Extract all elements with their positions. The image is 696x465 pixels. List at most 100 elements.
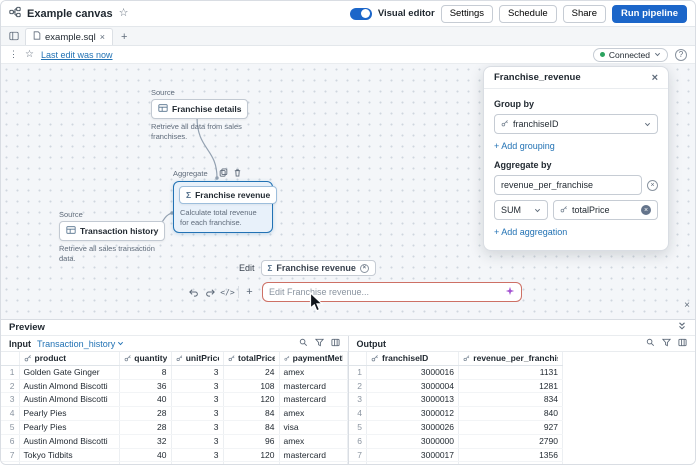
table-cell: 3000026 [367, 420, 459, 434]
node-description: Calculate total revenue for each franchi… [180, 208, 266, 228]
clear-column-icon[interactable]: × [641, 205, 651, 215]
column-header[interactable]: franchiseID [367, 352, 459, 365]
aggregation-column-select[interactable]: totalPrice × [553, 200, 658, 220]
table-row[interactable]: 1Golden Gate Ginger8324amex [1, 365, 347, 379]
sparkle-icon[interactable] [505, 286, 515, 299]
ai-edit-field[interactable] [262, 282, 522, 302]
edit-target-chip[interactable]: Σ Franchise revenue × [261, 260, 376, 276]
favorite-star-icon[interactable]: ☆ [119, 8, 129, 19]
aggregation-name-field[interactable] [494, 175, 642, 195]
ai-edit-input[interactable] [269, 287, 505, 297]
sidebar-panel-icon[interactable] [7, 27, 21, 45]
column-header[interactable]: quantity [119, 352, 171, 365]
row-number-header [349, 352, 367, 365]
table-row[interactable]: 43000012840 [349, 407, 563, 421]
node-kind-label: Source [151, 88, 251, 97]
table-row[interactable]: 7Tokyo Tidbits403120mastercard [1, 448, 347, 462]
aggregation-name-input[interactable] [501, 180, 635, 190]
pipeline-canvas[interactable]: Source Franchise details Retrieve all da… [1, 64, 695, 319]
node-card-franchise-revenue[interactable]: Σ Franchise revenue [179, 186, 277, 204]
group-by-value: franchiseID [513, 119, 640, 129]
tab-close-icon[interactable]: × [100, 32, 105, 42]
app-window: Example canvas ☆ Visual editor Settings … [0, 0, 696, 465]
table-row[interactable]: 630000002790 [349, 434, 563, 448]
node-card-transaction-history[interactable]: Transaction history [59, 221, 165, 241]
close-editbar-icon[interactable]: × [684, 300, 690, 311]
tab-label: example.sql [45, 32, 96, 43]
tab-example-sql[interactable]: example.sql × [25, 28, 113, 45]
table-row[interactable]: 130000161131 [349, 365, 563, 379]
table-cell: 2790 [459, 434, 563, 448]
table-cell: mastercard [279, 393, 347, 407]
duplicate-icon[interactable] [219, 168, 228, 179]
last-edit-link[interactable]: Last edit was now [41, 50, 113, 60]
input-table-wrap[interactable]: productquantityunitPricetotalPricepaymen… [1, 352, 348, 465]
connection-status-dropdown[interactable]: Connected [593, 48, 668, 62]
selected-node-outline[interactable]: Σ Franchise revenue Calculate total reve… [173, 181, 273, 233]
close-icon[interactable]: × [652, 72, 658, 84]
column-header[interactable]: product [19, 352, 119, 365]
star-icon[interactable]: ☆ [25, 50, 34, 60]
row-number: 1 [1, 365, 19, 379]
column-header[interactable]: revenue_per_franchise [459, 352, 563, 365]
filter-icon[interactable] [315, 338, 324, 349]
delete-icon[interactable] [233, 168, 242, 179]
kebab-menu-icon[interactable]: ⋮ [9, 49, 18, 60]
redo-icon[interactable] [204, 285, 217, 299]
table-cell: amex [279, 407, 347, 421]
visual-editor-toggle[interactable] [350, 8, 372, 20]
table-row[interactable]: 6Austin Almond Biscotti32396amex [1, 434, 347, 448]
divider [238, 286, 239, 298]
group-by-select[interactable]: franchiseID [494, 114, 658, 134]
top-bar-actions: Visual editor Settings Schedule Share Ru… [350, 5, 687, 23]
column-header[interactable]: paymentMethod [279, 352, 347, 365]
table-cell: 40 [119, 393, 171, 407]
schedule-button[interactable]: Schedule [499, 5, 557, 23]
share-button[interactable]: Share [563, 5, 606, 23]
undo-icon[interactable] [187, 285, 200, 299]
row-number: 6 [1, 434, 19, 448]
columns-icon[interactable] [331, 338, 340, 349]
collapse-panel-icon[interactable] [677, 321, 687, 334]
node-transaction-history[interactable]: Source Transaction history Retrieve all … [59, 210, 157, 264]
output-table-wrap[interactable]: franchiseIDrevenue_per_franchise13000016… [349, 352, 696, 465]
column-header[interactable]: unitPrice [171, 352, 223, 365]
help-icon[interactable]: ? [675, 49, 687, 61]
table-cell: 28 [119, 407, 171, 421]
table-row[interactable]: 5Pearly Pies28384visa [1, 420, 347, 434]
settings-button[interactable]: Settings [441, 5, 493, 23]
remove-chip-icon[interactable]: × [360, 264, 369, 273]
add-step-icon[interactable]: + [243, 285, 256, 299]
node-franchise-revenue[interactable]: Aggregate Σ Franchise revenue Calculate … [173, 168, 277, 233]
preview-panel: Preview Input Transaction_history [1, 319, 695, 465]
add-aggregation-link[interactable]: + Add aggregation [494, 227, 567, 237]
filter-icon[interactable] [662, 338, 671, 349]
columns-icon[interactable] [678, 338, 687, 349]
code-view-icon[interactable]: </> [221, 285, 234, 299]
node-card-franchise-details[interactable]: Franchise details [151, 99, 248, 119]
table-row[interactable]: 230000041281 [349, 379, 563, 393]
table-cell: 84 [223, 420, 279, 434]
table-cell: 3000016 [367, 365, 459, 379]
table-row[interactable]: 2Austin Almond Biscotti363108mastercard [1, 379, 347, 393]
node-description: Retrieve all data from sales franchises. [151, 122, 251, 142]
search-icon[interactable] [299, 338, 308, 349]
table-row[interactable]: 3Austin Almond Biscotti403120mastercard [1, 393, 347, 407]
add-tab-button[interactable]: + [117, 31, 131, 45]
table-icon [158, 103, 168, 115]
table-row[interactable]: 53000026927 [349, 420, 563, 434]
run-pipeline-button[interactable]: Run pipeline [612, 5, 687, 23]
input-source-dropdown[interactable]: Transaction_history [37, 339, 124, 349]
add-grouping-link[interactable]: + Add grouping [494, 141, 555, 151]
table-cell: visa [279, 420, 347, 434]
remove-aggregation-icon[interactable]: × [647, 180, 658, 191]
connected-dot [600, 52, 605, 57]
search-icon[interactable] [646, 338, 655, 349]
column-header[interactable]: totalPrice [223, 352, 279, 365]
table-row[interactable]: 4Pearly Pies28384amex [1, 407, 347, 421]
aggregation-function-select[interactable]: SUM [494, 200, 548, 220]
table-row[interactable]: 730000171356 [349, 448, 563, 462]
node-franchise-details[interactable]: Source Franchise details Retrieve all da… [151, 88, 251, 142]
table-row[interactable]: 33000013834 [349, 393, 563, 407]
node-actions: Aggregate [173, 168, 277, 179]
